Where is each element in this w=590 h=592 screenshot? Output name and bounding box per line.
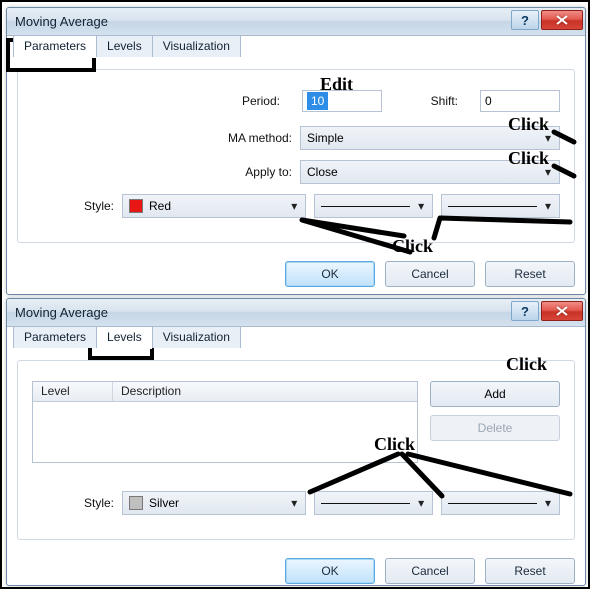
apply-label: Apply to:: [60, 165, 300, 179]
title-bar: Moving Average ?: [7, 8, 585, 36]
style-label: Style:: [32, 496, 122, 510]
chevron-down-icon: ▾: [539, 129, 557, 147]
parameters-panel: Period: 10 Shift: 0 MA method: Simple ▾: [17, 69, 575, 243]
dialog-title: Moving Average: [15, 14, 108, 29]
chevron-down-icon: ▾: [412, 197, 430, 215]
line-sample: [448, 206, 537, 207]
chevron-down-icon: ▾: [285, 197, 303, 215]
line-width-combo[interactable]: ▾: [441, 491, 560, 515]
line-width-combo[interactable]: ▾: [441, 194, 560, 218]
levels-panel: Level Description Add Delete Style: Silv…: [17, 360, 575, 540]
line-pattern-combo[interactable]: ▾: [314, 194, 433, 218]
tab-parameters[interactable]: Parameters: [13, 326, 97, 348]
button-bar: OK Cancel Reset: [7, 550, 585, 592]
chevron-down-icon: ▾: [539, 163, 557, 181]
method-label: MA method:: [60, 131, 300, 145]
tab-strip: Parameters Levels Visualization: [13, 326, 240, 348]
color-swatch: [129, 496, 143, 510]
dialog-title: Moving Average: [15, 305, 108, 320]
shift-label: Shift:: [396, 94, 466, 108]
cancel-button[interactable]: Cancel: [385, 558, 475, 584]
style-color-combo[interactable]: Red ▾: [122, 194, 306, 218]
period-value: 10: [307, 92, 328, 110]
chevron-down-icon: ▾: [412, 494, 430, 512]
tab-levels[interactable]: Levels: [96, 326, 153, 348]
levels-list[interactable]: Level Description: [32, 381, 418, 463]
help-button[interactable]: ?: [511, 301, 539, 321]
line-pattern-combo[interactable]: ▾: [314, 491, 433, 515]
title-bar: Moving Average ?: [7, 299, 585, 327]
tab-parameters[interactable]: Parameters: [13, 35, 97, 57]
tab-levels[interactable]: Levels: [96, 35, 153, 57]
line-sample: [321, 503, 410, 504]
tab-visualization[interactable]: Visualization: [152, 326, 241, 348]
line-sample: [321, 206, 410, 207]
color-swatch: [129, 199, 143, 213]
style-label: Style:: [32, 199, 122, 213]
close-button[interactable]: [541, 10, 583, 30]
method-value: Simple: [307, 131, 344, 145]
chevron-down-icon: ▾: [285, 494, 303, 512]
cancel-button[interactable]: Cancel: [385, 261, 475, 287]
apply-value: Close: [307, 165, 338, 179]
apply-combo[interactable]: Close ▾: [300, 160, 560, 184]
chevron-down-icon: ▾: [539, 494, 557, 512]
close-button[interactable]: [541, 301, 583, 321]
dialog-moving-average-levels: Moving Average ? Parameters Levels Visua…: [6, 298, 586, 586]
ok-button[interactable]: OK: [285, 558, 375, 584]
style-color-combo[interactable]: Silver ▾: [122, 491, 306, 515]
tab-strip: Parameters Levels Visualization: [13, 35, 240, 57]
shift-value: 0: [485, 94, 492, 108]
ok-button[interactable]: OK: [285, 261, 375, 287]
style-color-name: Silver: [149, 496, 179, 510]
button-bar: OK Cancel Reset: [7, 253, 585, 295]
shift-field[interactable]: 0: [480, 90, 560, 112]
add-button[interactable]: Add: [430, 381, 560, 407]
help-button[interactable]: ?: [511, 10, 539, 30]
dialog-moving-average-parameters: Moving Average ? Parameters Levels Visua…: [6, 7, 586, 295]
period-label: Period:: [78, 94, 288, 108]
col-description: Description: [113, 382, 417, 401]
reset-button[interactable]: Reset: [485, 558, 575, 584]
chevron-down-icon: ▾: [539, 197, 557, 215]
col-level: Level: [33, 382, 113, 401]
method-combo[interactable]: Simple ▾: [300, 126, 560, 150]
style-color-name: Red: [149, 199, 171, 213]
delete-button[interactable]: Delete: [430, 415, 560, 441]
reset-button[interactable]: Reset: [485, 261, 575, 287]
line-sample: [448, 503, 537, 504]
period-field[interactable]: 10: [302, 90, 382, 112]
tab-visualization[interactable]: Visualization: [152, 35, 241, 57]
